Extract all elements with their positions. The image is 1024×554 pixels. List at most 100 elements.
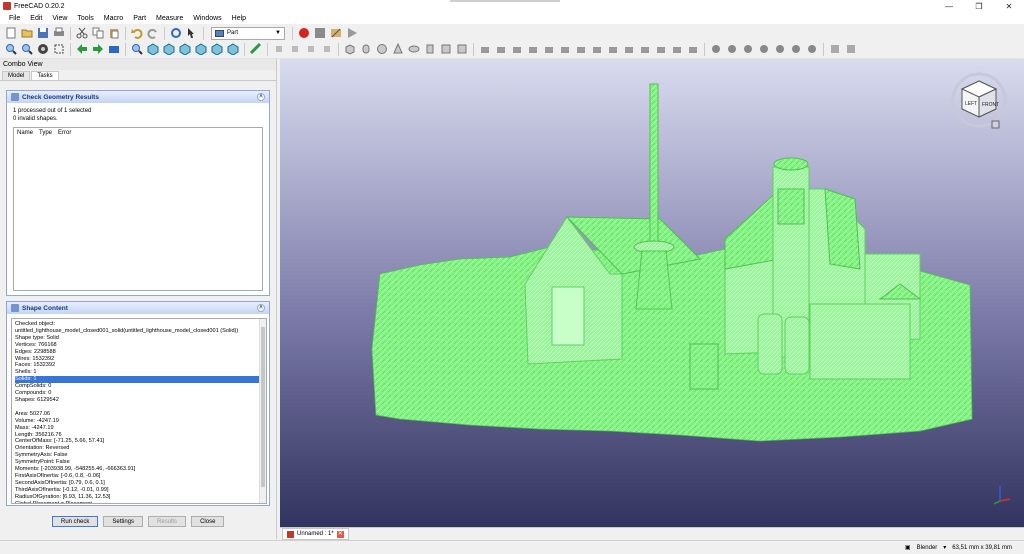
cross-sections-icon[interactable]	[639, 43, 652, 56]
shape-content-scrollbar[interactable]	[259, 319, 266, 503]
macro-run-icon[interactable]	[346, 27, 359, 40]
chamfer-icon[interactable]	[543, 43, 556, 56]
undo-icon[interactable]	[131, 27, 144, 40]
menu-edit[interactable]: Edit	[25, 15, 47, 22]
paste-icon[interactable]	[108, 27, 121, 40]
tab-unnamed-document[interactable]: Unnamed : 1* ✕	[282, 528, 349, 540]
part-create-icon[interactable]	[305, 43, 318, 56]
view-rear-icon[interactable]	[195, 43, 208, 56]
isometric-view-icon[interactable]	[131, 43, 144, 56]
view-left-icon[interactable]	[227, 43, 240, 56]
bounding-box-icon[interactable]	[53, 43, 66, 56]
close-icon[interactable]: ✕	[336, 530, 344, 538]
part-create-icon[interactable]	[289, 43, 302, 56]
tab-tasks[interactable]: Tasks	[31, 71, 59, 80]
fillet-icon[interactable]	[527, 43, 540, 56]
close-button[interactable]: Close	[191, 516, 225, 527]
tube-icon[interactable]	[424, 43, 437, 56]
torus-icon[interactable]	[408, 43, 421, 56]
mirror-icon[interactable]	[511, 43, 524, 56]
make-face-icon[interactable]	[559, 43, 572, 56]
boolean-icon[interactable]	[726, 43, 739, 56]
back-arrow-icon[interactable]	[76, 43, 89, 56]
new-document-icon[interactable]	[5, 27, 18, 40]
loft-icon[interactable]	[591, 43, 604, 56]
defeaturing-icon[interactable]	[845, 43, 858, 56]
offset-icon[interactable]	[655, 43, 668, 56]
menu-measure[interactable]: Measure	[151, 15, 188, 22]
part-create-icon[interactable]	[273, 43, 286, 56]
shape-content-text[interactable]: Checked object: untitled_lighthouse_model…	[11, 318, 267, 504]
column-name[interactable]: Name	[17, 130, 33, 136]
check-geometry-icon[interactable]	[829, 43, 842, 56]
settings-button[interactable]: Settings	[103, 516, 144, 527]
results-button[interactable]: Results	[148, 516, 187, 527]
sphere-icon[interactable]	[376, 43, 389, 56]
results-table[interactable]: Name Type Error	[13, 127, 263, 291]
3d-viewport[interactable]: LEFT FRONT	[280, 59, 1024, 527]
tab-model[interactable]: Model	[2, 71, 31, 80]
extrude-icon[interactable]	[479, 43, 492, 56]
revolve-icon[interactable]	[495, 43, 508, 56]
menu-part[interactable]: Part	[128, 15, 151, 22]
column-error[interactable]: Error	[58, 130, 71, 136]
menu-windows[interactable]: Windows	[188, 15, 226, 22]
compound-icon[interactable]	[710, 43, 723, 56]
save-icon[interactable]	[37, 27, 50, 40]
navigation-cube[interactable]: LEFT FRONT	[948, 69, 1010, 131]
menu-help[interactable]: Help	[227, 15, 251, 22]
part-create-icon[interactable]	[321, 43, 334, 56]
cylinder-icon[interactable]	[360, 43, 373, 56]
copy-icon[interactable]	[92, 27, 105, 40]
draw-style-icon[interactable]	[37, 43, 50, 56]
thickness-icon[interactable]	[671, 43, 684, 56]
collapse-icon[interactable]: ˄	[257, 304, 265, 312]
chevron-down-icon[interactable]: ▾	[943, 544, 946, 551]
join-icon[interactable]	[790, 43, 803, 56]
section-icon[interactable]	[623, 43, 636, 56]
cone-icon[interactable]	[392, 43, 405, 56]
menu-macro[interactable]: Macro	[99, 15, 128, 22]
redo-icon[interactable]	[147, 27, 160, 40]
column-type[interactable]: Type	[39, 130, 52, 136]
minimize-button[interactable]: —	[934, 0, 964, 12]
menu-tools[interactable]: Tools	[72, 15, 98, 22]
scrollbar-thumb[interactable]	[261, 327, 265, 487]
menu-file[interactable]: File	[4, 15, 25, 22]
view-top-icon[interactable]	[163, 43, 176, 56]
what-is-this-icon[interactable]	[186, 27, 199, 40]
navigation-style-icon[interactable]: ▣	[905, 544, 911, 551]
maximize-button[interactable]: ❐	[964, 0, 994, 12]
menu-view[interactable]: View	[47, 15, 72, 22]
forward-arrow-icon[interactable]	[92, 43, 105, 56]
cut-icon[interactable]	[76, 27, 89, 40]
navigation-style-selector[interactable]: Blender	[917, 545, 938, 551]
box-icon[interactable]	[344, 43, 357, 56]
view-bottom-icon[interactable]	[211, 43, 224, 56]
fit-all-icon[interactable]	[5, 43, 18, 56]
close-window-button[interactable]: ✕	[994, 0, 1024, 12]
sync-view-icon[interactable]	[108, 43, 121, 56]
fuse-icon[interactable]	[758, 43, 771, 56]
view-right-icon[interactable]	[179, 43, 192, 56]
shape-builder-icon[interactable]	[456, 43, 469, 56]
refresh-icon[interactable]	[170, 27, 183, 40]
split-icon[interactable]	[806, 43, 819, 56]
macro-record-icon[interactable]	[298, 27, 311, 40]
run-check-button[interactable]: Run check	[52, 516, 99, 527]
ruled-surface-icon[interactable]	[575, 43, 588, 56]
projection-icon[interactable]	[687, 43, 700, 56]
lighthouse-model[interactable]	[280, 59, 1024, 527]
sweep-icon[interactable]	[607, 43, 620, 56]
open-folder-icon[interactable]	[21, 27, 34, 40]
cut-shape-icon[interactable]	[742, 43, 755, 56]
view-front-icon[interactable]	[147, 43, 160, 56]
macro-edit-icon[interactable]	[330, 27, 343, 40]
macro-stop-icon[interactable]	[314, 27, 327, 40]
fit-selection-icon[interactable]	[21, 43, 34, 56]
common-icon[interactable]	[774, 43, 787, 56]
workbench-selector[interactable]: Part ▼	[211, 26, 285, 40]
print-icon[interactable]	[53, 27, 66, 40]
collapse-icon[interactable]: ˄	[257, 93, 265, 101]
primitives-icon[interactable]	[440, 43, 453, 56]
